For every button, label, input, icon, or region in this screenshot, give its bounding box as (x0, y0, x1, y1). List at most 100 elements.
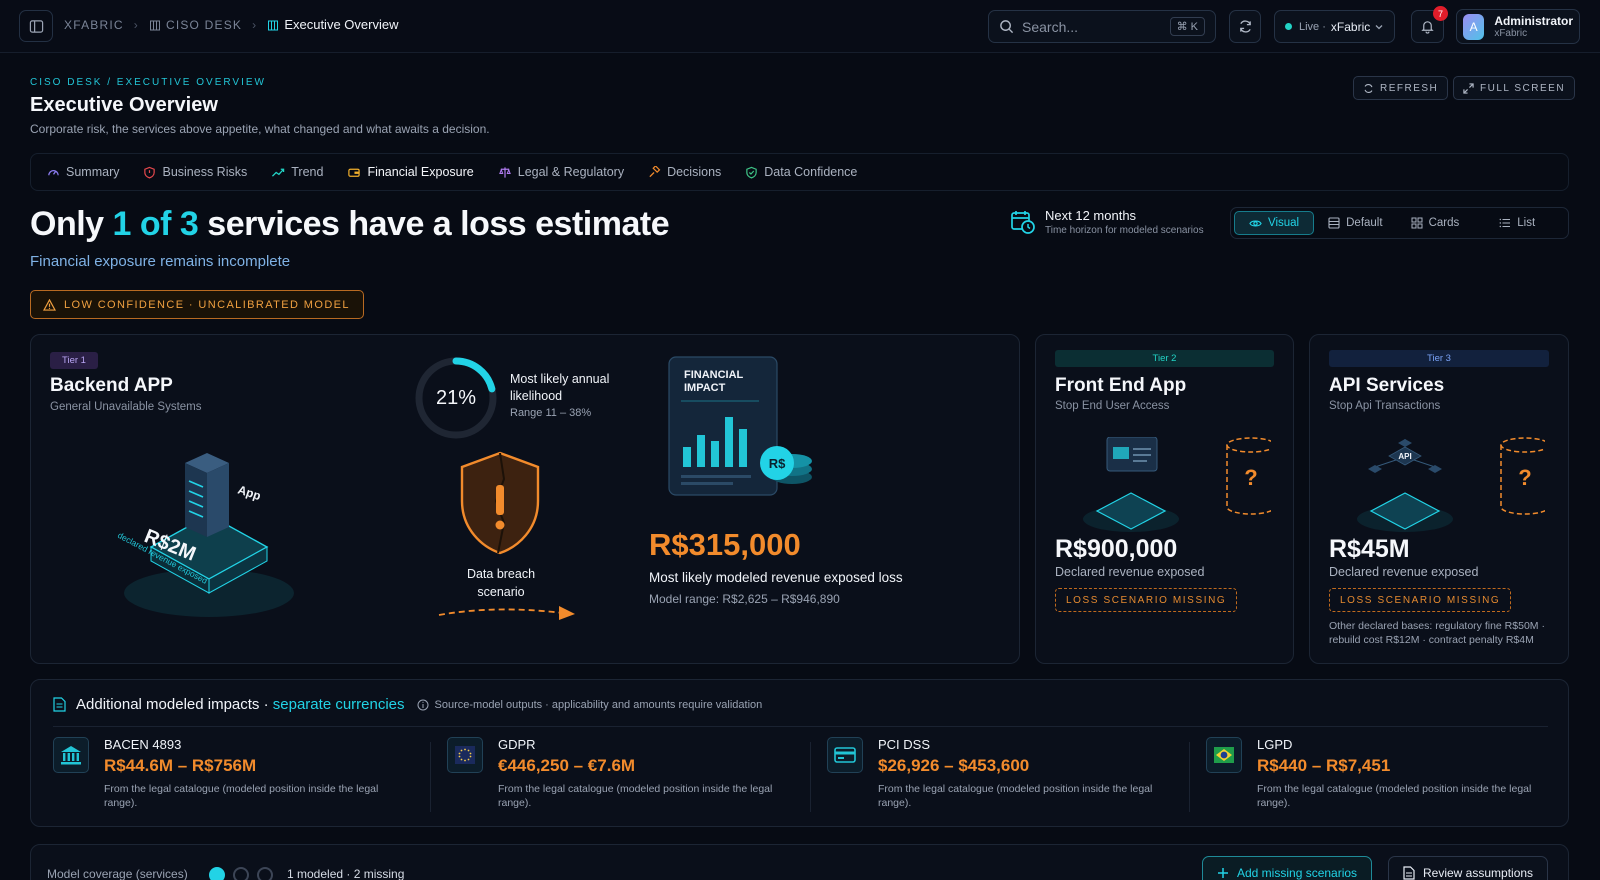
wallet-icon (348, 168, 361, 177)
warning-icon (43, 298, 56, 311)
workspace-name: xFabric (1330, 19, 1371, 34)
impact-description: From the legal catalogue (modeled positi… (498, 783, 773, 809)
model-range: Model range: R$2,625 – R$946,890 (649, 592, 840, 606)
building-icon (267, 19, 279, 31)
scale-icon (498, 166, 511, 178)
view-mode-switch: Visual Default Cards List (1230, 207, 1569, 239)
headline-highlight: 1 of 3 (112, 205, 199, 243)
missing-data-icon: ? (1226, 437, 1271, 515)
view-list-button[interactable]: List (1473, 211, 1549, 235)
view-visual-button[interactable]: Visual (1234, 211, 1315, 235)
notifications-button[interactable]: 7 (1411, 6, 1448, 43)
tab-label: Trend (291, 165, 324, 179)
headline-post: services have a loss estimate (198, 205, 670, 243)
impact-item-bacen[interactable]: BACEN 4893 R$44.6M – R$756M From the leg… (53, 735, 403, 815)
loss-label: Most likely modeled revenue exposed loss (649, 570, 903, 585)
service-card-frontend[interactable]: Tier 2 Front End App Stop End User Acces… (1035, 334, 1294, 664)
frontend-platform-illustration: ? (1083, 437, 1271, 532)
shield-icon (144, 166, 156, 179)
calendar-clock-icon (1011, 211, 1035, 234)
time-horizon: Next 12 months Time horizon for modeled … (1010, 208, 1204, 236)
breach-shield-icon (460, 451, 540, 555)
service-card-backend[interactable]: Tier 1 Backend APP General Unavailable S… (30, 334, 1020, 664)
shield-check-icon (746, 166, 758, 179)
gauge-icon (48, 169, 59, 175)
breadcrumb-current: Executive Overview (284, 17, 399, 32)
coverage-dot (233, 867, 249, 880)
workspace-selector[interactable]: Live · xFabric (1274, 10, 1395, 43)
view-label: Default (1346, 217, 1383, 229)
breadcrumb-item-ciso-desk[interactable]: CISO DESK (166, 18, 242, 32)
chevron-right-icon: › (252, 17, 258, 32)
view-default-button[interactable]: Default (1314, 211, 1396, 235)
confidence-badge: LOW CONFIDENCE · UNCALIBRATED MODEL (30, 290, 364, 319)
view-cards-button[interactable]: Cards (1397, 211, 1474, 235)
refresh-button[interactable]: REFRESH (1353, 76, 1449, 100)
divider (1189, 742, 1190, 812)
loss-value: R$315,000 (649, 527, 801, 562)
model-coverage-bar: Model coverage (services) 1 modeled · 2 … (30, 844, 1569, 880)
breadcrumb-item-xfabric[interactable]: XFABRIC (64, 18, 124, 32)
review-assumptions-button[interactable]: Review assumptions (1388, 856, 1549, 880)
headline: Only 1 of 3 services have a loss estimat… (30, 205, 670, 244)
missing-data-icon: ? (1500, 437, 1545, 515)
page-title: Executive Overview (30, 94, 218, 116)
impacts-header: Additional modeled impacts · separate cu… (53, 696, 762, 713)
full-screen-button[interactable]: FULL SCREEN (1453, 76, 1576, 100)
dashed-arrow-icon (438, 606, 575, 620)
impact-range: R$440 – R$7,451 (1257, 756, 1391, 775)
tab-decisions[interactable]: Decisions (648, 165, 721, 179)
impact-item-lgpd[interactable]: LGPD R$440 – R$7,451 From the legal cata… (1206, 735, 1556, 815)
tier-badge: Tier 3 (1329, 350, 1549, 367)
likelihood-title: Most likely annual likelihood (510, 372, 610, 403)
refresh-label: REFRESH (1380, 82, 1439, 94)
tier-badge: Tier 2 (1055, 350, 1274, 367)
search-input[interactable]: Search... ⌘ K (988, 10, 1216, 43)
sidebar-toggle-button[interactable] (19, 10, 53, 42)
horizon-subtitle: Time horizon for modeled scenarios (1045, 225, 1204, 236)
tab-financial-exposure[interactable]: Financial Exposure (347, 165, 474, 179)
declared-value-label: Declared revenue exposed (1055, 565, 1205, 579)
document-icon (53, 697, 66, 712)
impact-item-gdpr[interactable]: GDPR €446,250 – €7.6M From the legal cat… (447, 735, 797, 815)
sync-button[interactable] (1229, 10, 1261, 43)
loss-scenario-missing-badge[interactable]: LOSS SCENARIO MISSING (1055, 588, 1238, 612)
credit-card-icon (827, 737, 863, 773)
declared-value: R$900,000 (1055, 535, 1178, 563)
impact-name: BACEN 4893 (104, 737, 182, 752)
live-label: Live · (1299, 20, 1326, 33)
service-card-api[interactable]: Tier 3 API Services Stop Api Transaction… (1309, 334, 1569, 664)
section-tabs: Summary Business Risks Trend Financial E… (30, 153, 1569, 191)
tab-summary[interactable]: Summary (47, 165, 119, 179)
tab-data-confidence[interactable]: Data Confidence (745, 165, 857, 179)
impact-name: GDPR (498, 737, 536, 752)
svg-text:?: ? (1518, 465, 1531, 490)
search-icon (1000, 20, 1014, 34)
user-menu[interactable]: A Administrator xFabric (1456, 9, 1580, 44)
likelihood-percent: 21% (435, 386, 477, 409)
notification-badge: 7 (1433, 6, 1448, 21)
impacts-title-separator: · (259, 696, 273, 713)
table-icon (1328, 217, 1340, 229)
page-eyebrow: CISO DESK / EXECUTIVE OVERVIEW (30, 77, 266, 88)
coverage-count: 1 modeled · 2 missing (287, 867, 405, 880)
currency-symbol: R$ (769, 456, 786, 471)
tab-trend[interactable]: Trend (271, 165, 323, 179)
user-name: Administrator (1494, 14, 1573, 28)
tier-badge: Tier 1 (50, 352, 98, 369)
add-missing-scenarios-button[interactable]: Add missing scenarios (1202, 856, 1373, 880)
divider (810, 742, 811, 812)
gavel-icon (649, 165, 661, 177)
loss-scenario-missing-badge[interactable]: LOSS SCENARIO MISSING (1329, 588, 1512, 612)
bell-icon (1421, 21, 1434, 34)
service-subtitle: Stop End User Access (1055, 400, 1170, 412)
document-icon (1403, 866, 1415, 880)
info-icon (417, 699, 429, 710)
impact-item-pci-dss[interactable]: PCI DSS $26,926 – $453,600 From the lega… (827, 735, 1177, 815)
additional-impacts-panel: Additional modeled impacts · separate cu… (30, 679, 1569, 827)
tab-legal-regulatory[interactable]: Legal & Regulatory (498, 165, 624, 179)
tab-business-risks[interactable]: Business Risks (143, 165, 247, 179)
impacts-title-text: Additional modeled impacts (76, 696, 260, 713)
trend-icon (272, 168, 285, 177)
api-platform-illustration: API ? (1357, 437, 1545, 532)
